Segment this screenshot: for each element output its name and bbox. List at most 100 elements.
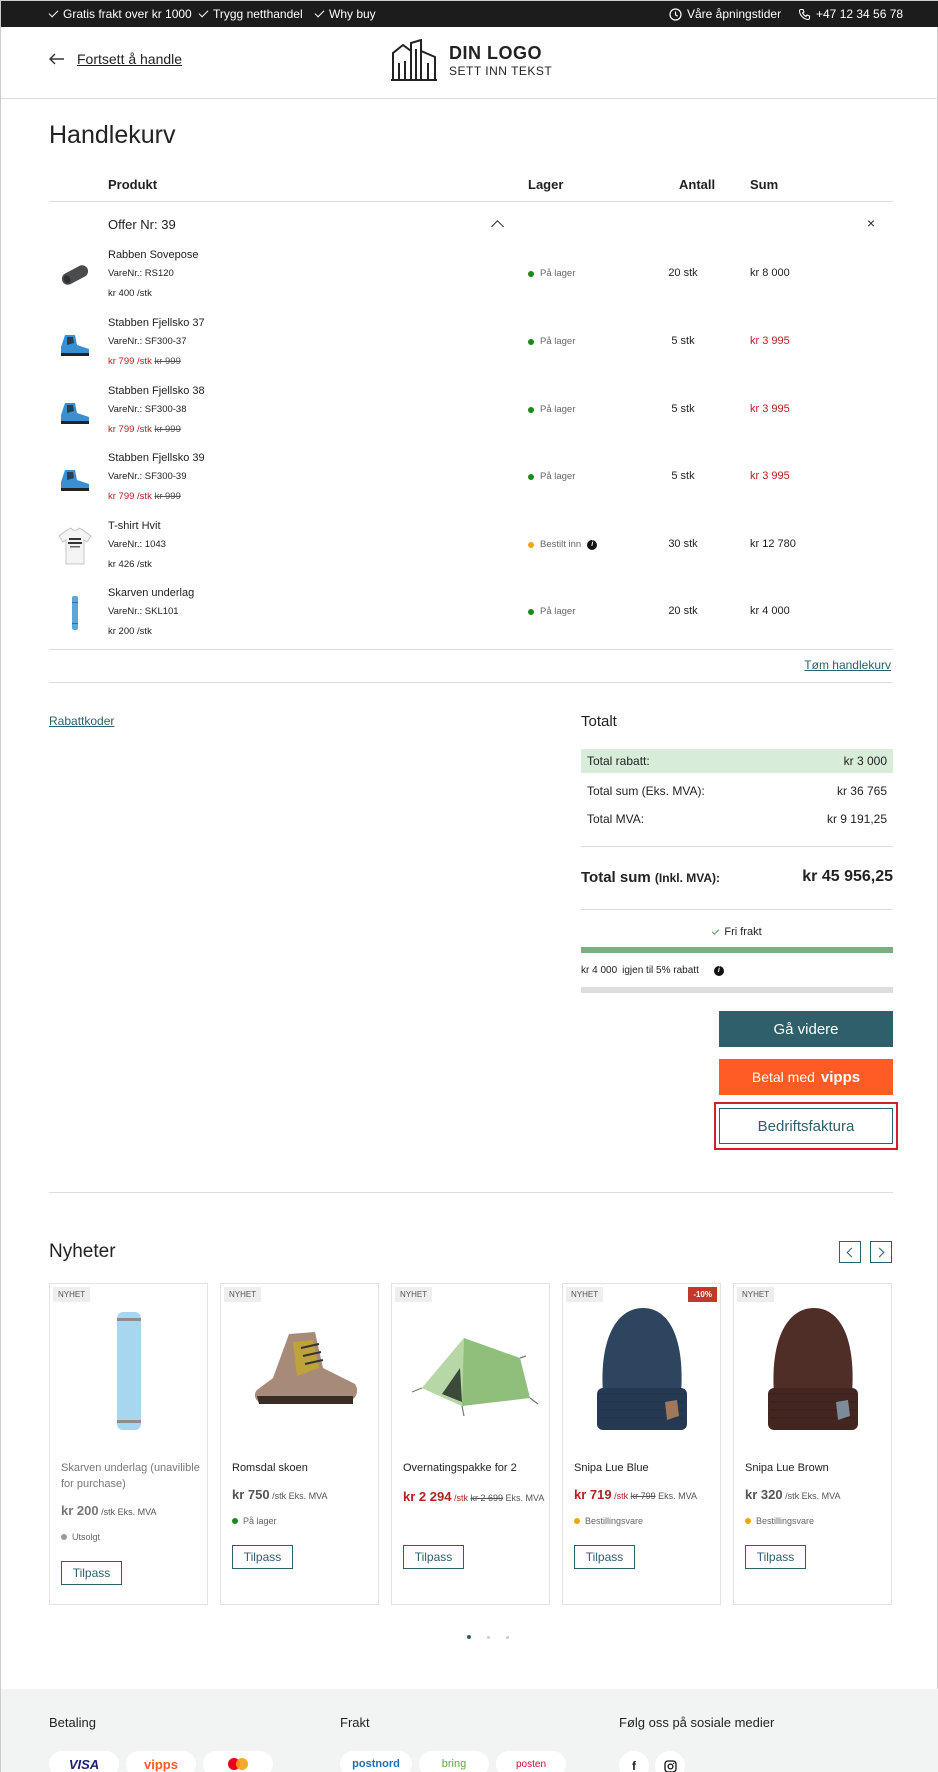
postnord-logo: postnord bbox=[340, 1751, 412, 1772]
top-bar: Gratis frakt over kr 1000 Trygg netthand… bbox=[1, 1, 938, 27]
card-name[interactable]: Snipa Lue Brown bbox=[745, 1460, 885, 1476]
site-header: Fortsett å handle DIN LOGO SETT INN TEKS… bbox=[1, 27, 938, 99]
item-name[interactable]: Rabben Sovepose bbox=[108, 249, 199, 261]
offer-label: Offer Nr: 39 bbox=[108, 217, 176, 232]
instagram-icon[interactable] bbox=[655, 1751, 685, 1772]
product-thumbnail[interactable] bbox=[57, 391, 93, 431]
grand-total-row: Total sum (Inkl. MVA): kr 45 956,25 bbox=[581, 868, 893, 886]
opening-hours-link[interactable]: Våre åpningstider bbox=[669, 7, 781, 21]
item-qty[interactable]: 20 stk bbox=[653, 605, 713, 617]
item-name[interactable]: Stabben Fjellsko 38 bbox=[108, 385, 205, 397]
card-name[interactable]: Overnatingspakke for 2 bbox=[403, 1460, 543, 1476]
new-badge: NYHET bbox=[395, 1287, 433, 1302]
product-card[interactable]: NYHET Overnatingspakke for 2 kr 2 294 /s… bbox=[391, 1283, 550, 1605]
product-image bbox=[768, 1308, 858, 1430]
chevron-up-icon[interactable] bbox=[491, 220, 504, 233]
col-qty: Antall bbox=[679, 177, 716, 192]
col-stock: Lager bbox=[528, 177, 564, 192]
product-thumbnail[interactable] bbox=[57, 255, 93, 295]
clock-icon bbox=[669, 7, 682, 21]
page-dot[interactable] bbox=[506, 1635, 509, 1639]
item-qty[interactable]: 5 stk bbox=[653, 335, 713, 347]
continue-shopping-link[interactable]: Fortsett å handle bbox=[49, 51, 182, 67]
facebook-icon[interactable]: f bbox=[619, 1751, 649, 1772]
item-name[interactable]: Stabben Fjellsko 37 bbox=[108, 317, 205, 329]
product-thumbnail[interactable] bbox=[57, 526, 93, 566]
discount-codes-link[interactable]: Rabattkoder bbox=[49, 714, 114, 728]
customize-button[interactable]: Tilpass bbox=[745, 1545, 806, 1569]
check-icon bbox=[48, 7, 59, 18]
totals-title: Totalt bbox=[581, 713, 617, 730]
discount-progress-label: kr 4 000 igjen til 5% rabatt i bbox=[581, 965, 724, 976]
arrow-left-icon bbox=[49, 53, 64, 65]
card-name[interactable]: Romsdal skoen bbox=[232, 1460, 372, 1476]
free-shipping-label: Fri frakt bbox=[581, 926, 893, 938]
bring-logo: bring bbox=[419, 1751, 489, 1772]
carousel-prev-button[interactable] bbox=[839, 1241, 861, 1263]
page-title: Handlekurv bbox=[49, 121, 176, 149]
item-price: kr 799 /stk kr 999 bbox=[108, 491, 181, 502]
col-product: Produkt bbox=[108, 177, 158, 192]
info-icon[interactable]: i bbox=[713, 965, 724, 976]
product-card[interactable]: NYHET Snipa Lue Brown kr 320 /stk Eks. M… bbox=[733, 1283, 892, 1605]
phone-link[interactable]: +47 12 34 56 78 bbox=[798, 7, 903, 21]
card-old-price: kr 799 bbox=[630, 1491, 656, 1501]
divider bbox=[581, 909, 893, 910]
customize-button[interactable]: Tilpass bbox=[403, 1545, 464, 1569]
product-thumbnail[interactable] bbox=[57, 593, 93, 633]
customize-button[interactable]: Tilpass bbox=[574, 1545, 635, 1569]
clear-cart-link[interactable]: Tøm handlekurv bbox=[804, 658, 891, 672]
pay-vipps-button[interactable]: Betal med vipps bbox=[719, 1059, 893, 1095]
item-name[interactable]: Stabben Fjellsko 39 bbox=[108, 452, 205, 464]
status-dot bbox=[528, 541, 534, 548]
card-name[interactable]: Skarven underlag (unavilible for purchas… bbox=[61, 1460, 201, 1492]
free-shipping-progress-track bbox=[581, 947, 893, 953]
page-dot[interactable] bbox=[487, 1635, 490, 1639]
item-old-price: kr 999 bbox=[154, 356, 181, 367]
carousel-next-button[interactable] bbox=[870, 1241, 892, 1263]
usp-safe-shopping: Trygg netthandel bbox=[198, 7, 303, 21]
total-ex-vat-row: Total sum (Eks. MVA): kr 36 765 bbox=[587, 784, 887, 798]
product-thumbnail[interactable] bbox=[57, 323, 93, 363]
item-name[interactable]: Skarven underlag bbox=[108, 587, 194, 599]
continue-button[interactable]: Gå videre bbox=[719, 1011, 893, 1047]
stock-status: På lager bbox=[528, 606, 575, 617]
site-logo[interactable]: DIN LOGO SETT INN TEKST bbox=[391, 39, 552, 81]
cart-item: Stabben Fjellsko 39 VareNr.: SF300-39 kr… bbox=[49, 446, 893, 514]
phone-icon bbox=[798, 8, 811, 20]
info-icon[interactable]: i bbox=[587, 539, 598, 550]
item-qty[interactable]: 30 stk bbox=[653, 538, 713, 550]
card-name[interactable]: Snipa Lue Blue bbox=[574, 1460, 714, 1476]
item-name[interactable]: T-shirt Hvit bbox=[108, 520, 161, 532]
instagram-glyph bbox=[663, 1759, 677, 1772]
remove-offer-button[interactable]: × bbox=[867, 215, 875, 231]
total-discount-row: Total rabatt: kr 3 000 bbox=[581, 749, 893, 773]
card-stock: Bestillingsvare bbox=[574, 1516, 643, 1526]
usp-why-buy[interactable]: Why buy bbox=[314, 7, 376, 21]
cart-item: Rabben Sovepose VareNr.: RS120 kr 400 /s… bbox=[49, 243, 893, 311]
card-price: kr 750 /stk Eks. MVA bbox=[232, 1487, 328, 1502]
customize-button[interactable]: Tilpass bbox=[61, 1561, 122, 1585]
visa-logo: VISA bbox=[49, 1751, 119, 1772]
item-sum: kr 4 000 bbox=[750, 605, 790, 617]
product-card[interactable]: NYHET Romsdal skoen kr 750 /stk Eks. MVA… bbox=[220, 1283, 379, 1605]
product-image bbox=[411, 1338, 539, 1417]
page-dot[interactable] bbox=[467, 1635, 471, 1639]
mastercard-icon bbox=[228, 1758, 248, 1770]
customize-button[interactable]: Tilpass bbox=[232, 1545, 293, 1569]
business-invoice-button[interactable]: Bedriftsfaktura bbox=[719, 1108, 893, 1144]
item-qty[interactable]: 5 stk bbox=[653, 403, 713, 415]
item-sku: VareNr.: SF300-37 bbox=[108, 336, 187, 347]
new-badge: NYHET bbox=[737, 1287, 775, 1302]
card-price: kr 200 /stk Eks. MVA bbox=[61, 1503, 157, 1518]
stock-status: På lager bbox=[528, 336, 575, 347]
status-dot bbox=[745, 1518, 751, 1524]
card-stock: Utsolgt bbox=[61, 1532, 100, 1542]
item-sum: kr 8 000 bbox=[750, 267, 790, 279]
product-thumbnail[interactable] bbox=[57, 458, 93, 498]
product-card[interactable]: NYHET -10% Snipa Lue Blue kr 719 /stk kr… bbox=[562, 1283, 721, 1605]
item-qty[interactable]: 5 stk bbox=[653, 470, 713, 482]
check-icon bbox=[711, 926, 720, 935]
product-card[interactable]: NYHET Skarven underlag (unavilible for p… bbox=[49, 1283, 208, 1605]
item-qty[interactable]: 20 stk bbox=[653, 267, 713, 279]
